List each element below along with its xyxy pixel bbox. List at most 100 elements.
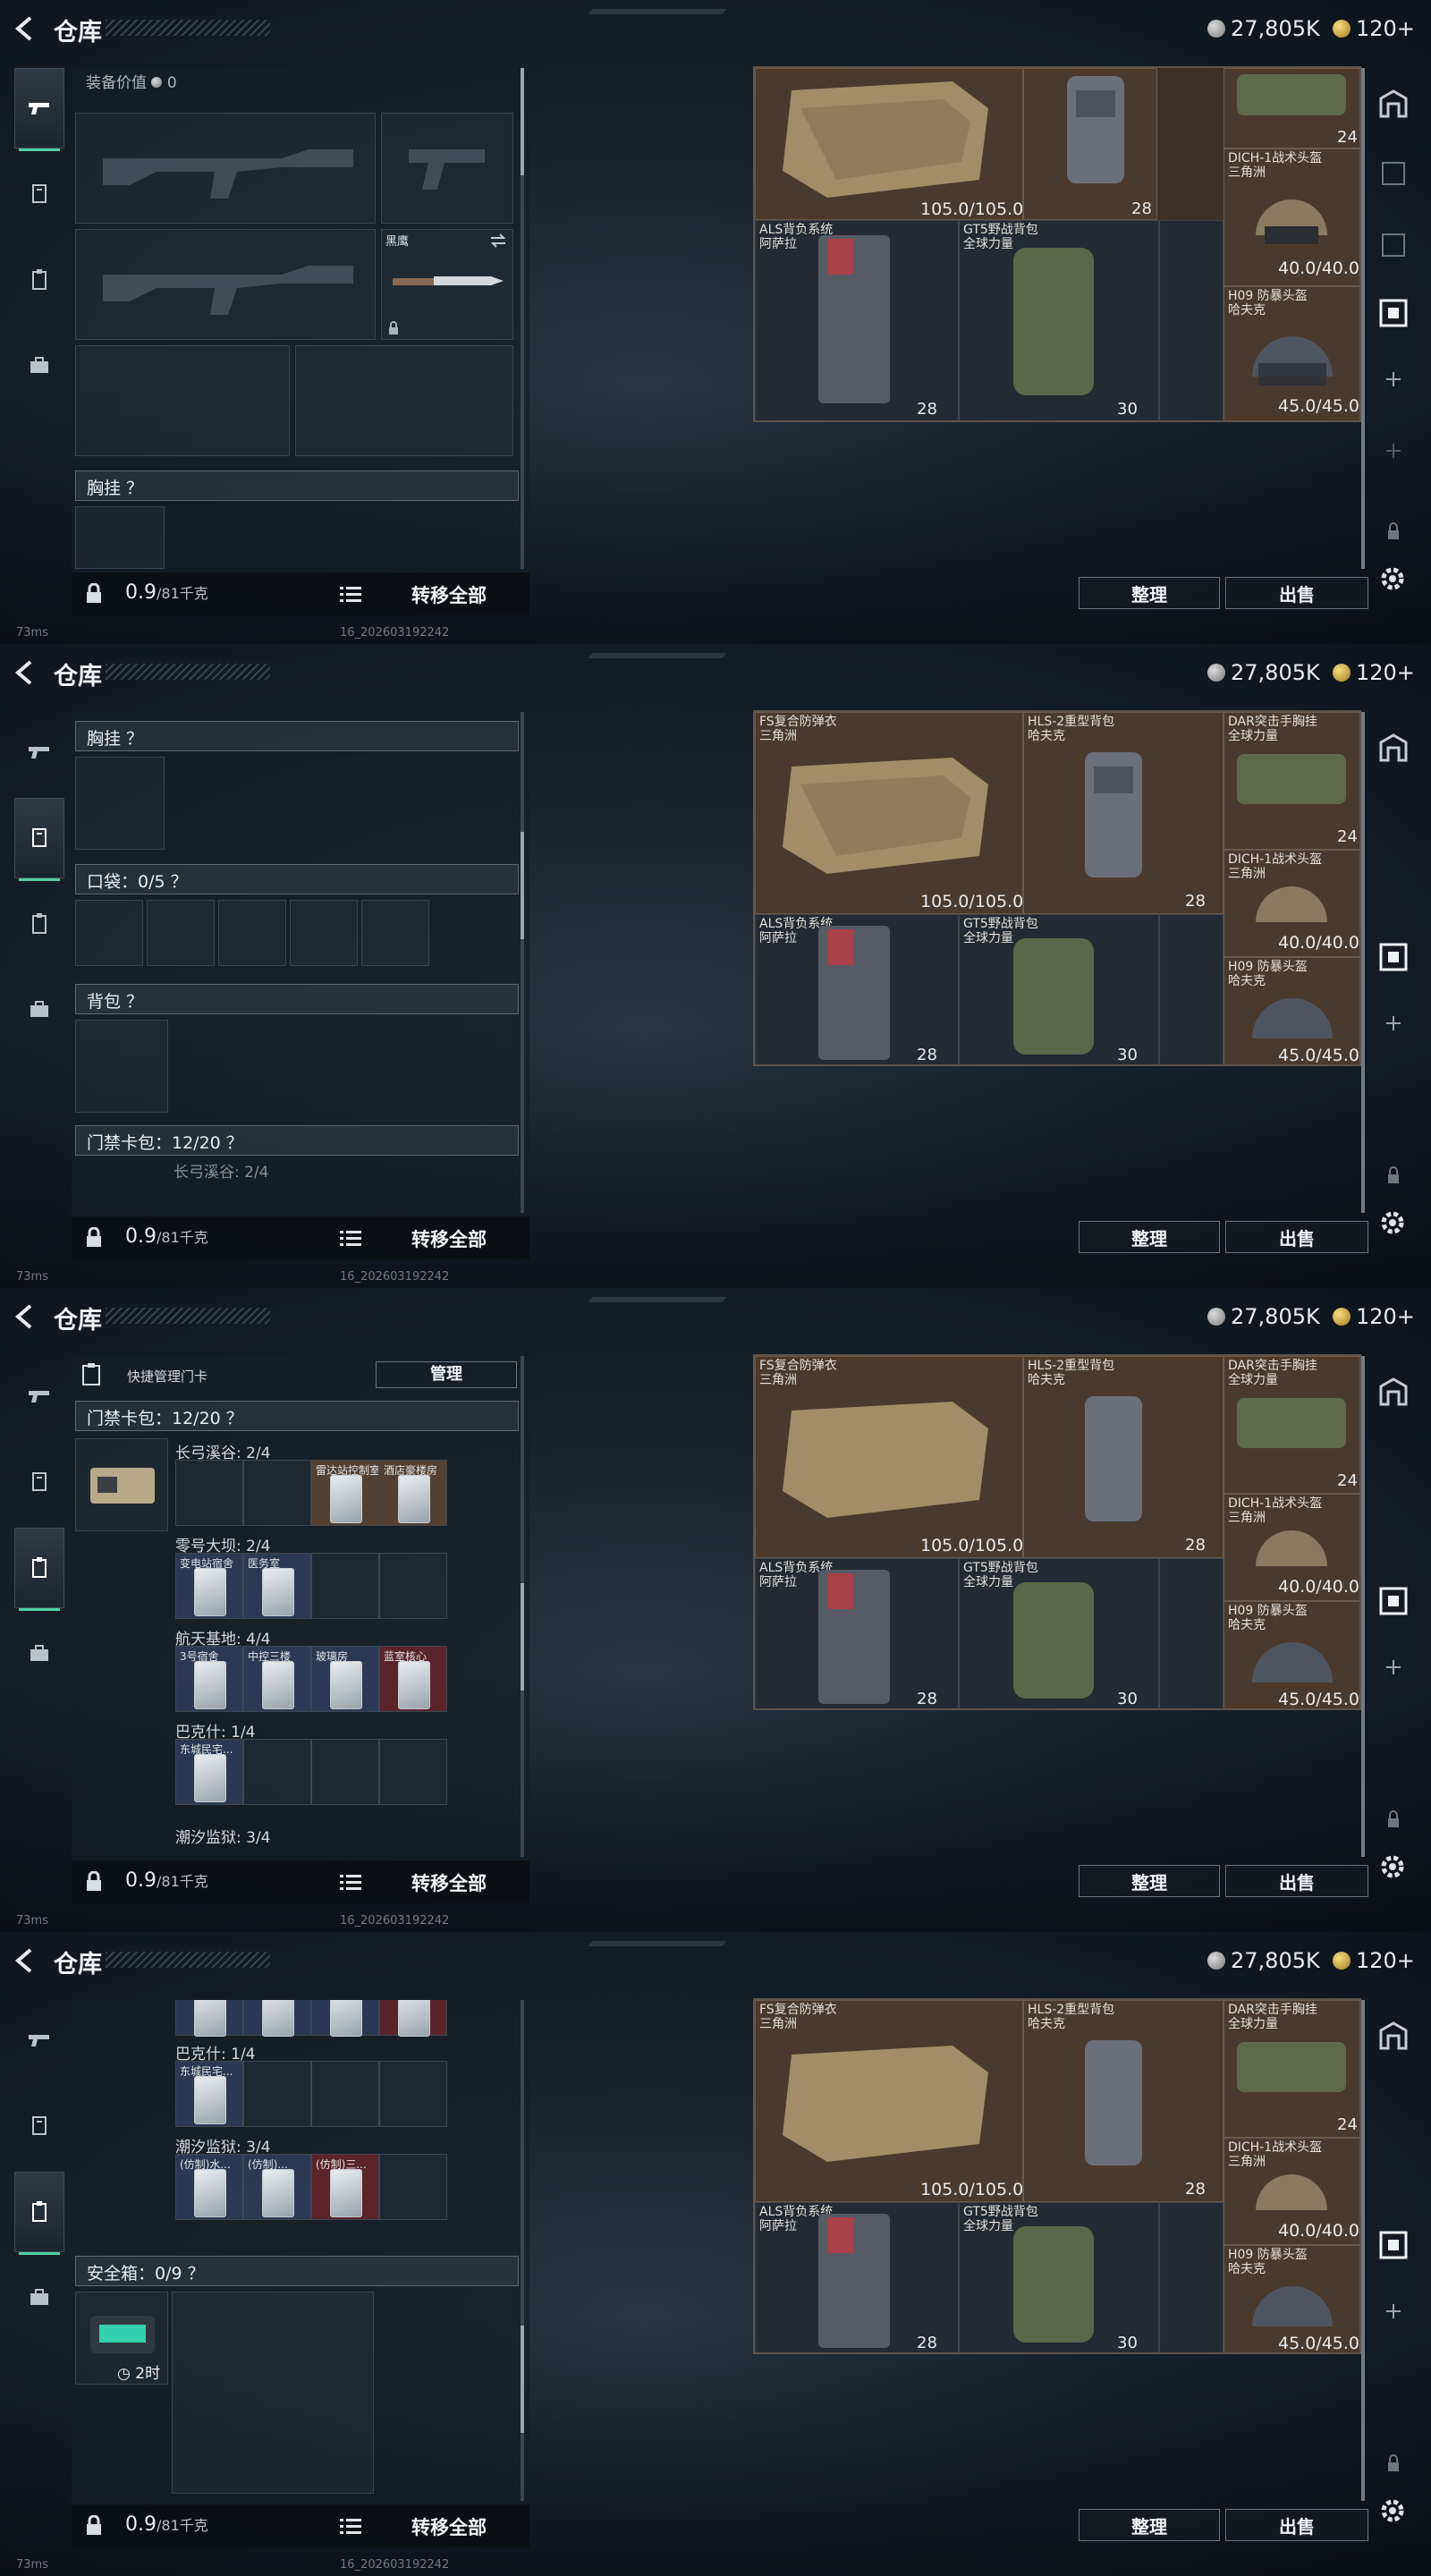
keycard-pack-header[interactable]: 门禁卡包：12/20 ？ [75,1401,519,1431]
stash-item[interactable]: H09 防暴头盔 哈夫克 45.0/45.0 [1224,1601,1359,1708]
tab-armor[interactable] [14,798,64,881]
plus-icon[interactable] [1377,435,1410,467]
transfer-all-button[interactable]: 转移全部 [411,2513,487,2540]
back-arrow-icon[interactable] [13,1302,38,1331]
sell-button[interactable]: 出售 [1225,1221,1368,1253]
stash-item[interactable]: FS复合防弹衣 三角洲 105.0/105.0 [755,2000,1023,2202]
keycard-slot[interactable] [379,2000,447,2037]
keycard-slot[interactable] [243,1460,311,1526]
pistol-slot[interactable] [381,113,513,224]
keycard-slot[interactable]: 雷达站控制室 [311,1460,379,1526]
keycard-slot[interactable] [379,1739,447,1805]
stash-item[interactable]: DICH-1战术头盔 三角洲 40.0/40.0 [1224,1494,1359,1601]
safe-box-grid[interactable] [172,2292,374,2494]
keycard-slot[interactable] [379,2061,447,2127]
gate-icon[interactable] [1377,1376,1410,1408]
keycard-slot[interactable]: (仿制)... [243,2154,311,2220]
empty-cell[interactable] [1159,2202,1224,2352]
qr-icon[interactable] [1377,2229,1410,2261]
keycard-slot[interactable]: 蓝室核心 [379,1646,447,1712]
stash-item[interactable]: ALS背负系统 阿萨拉 28 [755,220,959,420]
keycard-slot[interactable] [311,1553,379,1619]
qr-icon[interactable] [1377,297,1410,329]
tab-weapons[interactable] [14,1356,64,1436]
stash-item[interactable]: 24 [1224,68,1359,148]
back-arrow-icon[interactable] [13,1946,38,1975]
stash-tab-icon[interactable] [1377,229,1410,261]
keycard-slot[interactable]: (仿制)水... [175,2154,243,2220]
keycard-slot[interactable]: 酒店豪楼房 [379,1460,447,1526]
keycard-slot[interactable] [243,1739,311,1805]
stash-item[interactable]: DICH-1战术头盔 三角洲 40.0/40.0 [1224,850,1359,957]
tab-misc[interactable] [14,1614,64,1694]
keycard-slot[interactable]: 东城民宅... [175,1739,243,1805]
scrollbar-track[interactable] [521,712,524,1213]
gate-icon[interactable] [1377,2020,1410,2052]
stash-item[interactable]: GT5野战背包 全球力量 30 [959,2202,1159,2352]
pocket-slot[interactable] [290,900,358,966]
chest-rig-header[interactable]: 胸挂 ？ [75,470,519,501]
tab-weapons[interactable] [14,2000,64,2080]
gear-icon[interactable] [1377,564,1408,594]
manage-button[interactable]: 管理 [376,1361,517,1388]
keycard-pack-header[interactable]: 门禁卡包：12/20 ？ [75,1125,519,1156]
transfer-all-button[interactable]: 转移全部 [411,1869,487,1896]
stash-item[interactable]: 28 [1023,68,1157,220]
transfer-all-button[interactable]: 转移全部 [411,581,487,608]
stash-item[interactable]: DICH-1战术头盔 三角洲 40.0/40.0 [1224,2138,1359,2245]
stash-item[interactable]: ALS背负系统 阿萨拉 28 [755,1558,959,1708]
tab-keycards[interactable] [14,2172,64,2255]
sell-button[interactable]: 出售 [1225,1865,1368,1897]
gear-icon[interactable] [1377,1208,1408,1238]
qr-icon[interactable] [1377,941,1410,973]
primary-weapon-slot[interactable] [75,113,376,224]
empty-cell[interactable] [1159,914,1224,1064]
tab-armor[interactable] [14,154,64,234]
keycard-slot[interactable] [243,2061,311,2127]
keycard-slot[interactable]: 医务室 [243,1553,311,1619]
keycard-slot[interactable] [175,2000,243,2037]
list-icon[interactable] [340,1873,361,1891]
stash-item[interactable]: 105.0/105.0 [755,68,1023,220]
keycard-slot[interactable] [379,1553,447,1619]
sort-button[interactable]: 整理 [1079,1865,1220,1897]
plus-icon[interactable] [1377,363,1410,395]
scrollbar-thumb[interactable] [521,832,524,939]
keycard-slot[interactable] [311,2061,379,2127]
plus-icon[interactable] [1377,2295,1410,2327]
plus-icon[interactable] [1377,1007,1410,1039]
chest-rig-slot[interactable] [75,506,165,569]
empty-cell[interactable] [1159,1558,1224,1708]
tab-weapons[interactable] [14,68,64,151]
stash-tab-icon[interactable] [1377,157,1410,190]
transfer-all-button[interactable]: 转移全部 [411,1225,487,1252]
sort-button[interactable]: 整理 [1079,577,1220,609]
stash-item[interactable]: ALS背负系统 阿萨拉 28 [755,914,959,1064]
back-arrow-icon[interactable] [13,658,38,687]
tab-misc[interactable] [14,326,64,406]
keycard-slot[interactable]: 中控三楼 [243,1646,311,1712]
plus-icon[interactable] [1377,1651,1410,1683]
gear-icon[interactable] [1377,2496,1408,2526]
pocket-slot[interactable] [75,900,143,966]
scrollbar-thumb[interactable] [521,1583,524,1690]
stash-item[interactable]: DICH-1战术头盔 三角洲 40.0/40.0 [1224,148,1359,286]
backpack-slot[interactable] [75,1020,168,1113]
gate-icon[interactable] [1377,88,1410,120]
keycard-slot[interactable]: 变电站宿舍 [175,1553,243,1619]
tab-keycards[interactable] [14,240,64,320]
list-icon[interactable] [340,1229,361,1247]
keycard-slot[interactable]: 3号宿舍 [175,1646,243,1712]
keycard-pack-slot[interactable] [75,1438,168,1531]
tab-weapons[interactable] [14,712,64,792]
sort-button[interactable]: 整理 [1079,2509,1220,2541]
lock-icon[interactable] [84,1227,104,1249]
tab-armor[interactable] [14,1442,64,1522]
sell-button[interactable]: 出售 [1225,2509,1368,2541]
tab-keycards[interactable] [14,1528,64,1611]
scrollbar-thumb[interactable] [521,68,524,175]
stash-item[interactable]: GT5野战背包 全球力量 30 [959,914,1159,1064]
pocket-slot[interactable] [218,900,286,966]
stash-item[interactable]: H09 防暴头盔 哈夫克 45.0/45.0 [1224,2245,1359,2352]
stash-item[interactable]: GT5野战背包 全球力量 30 [959,1558,1159,1708]
